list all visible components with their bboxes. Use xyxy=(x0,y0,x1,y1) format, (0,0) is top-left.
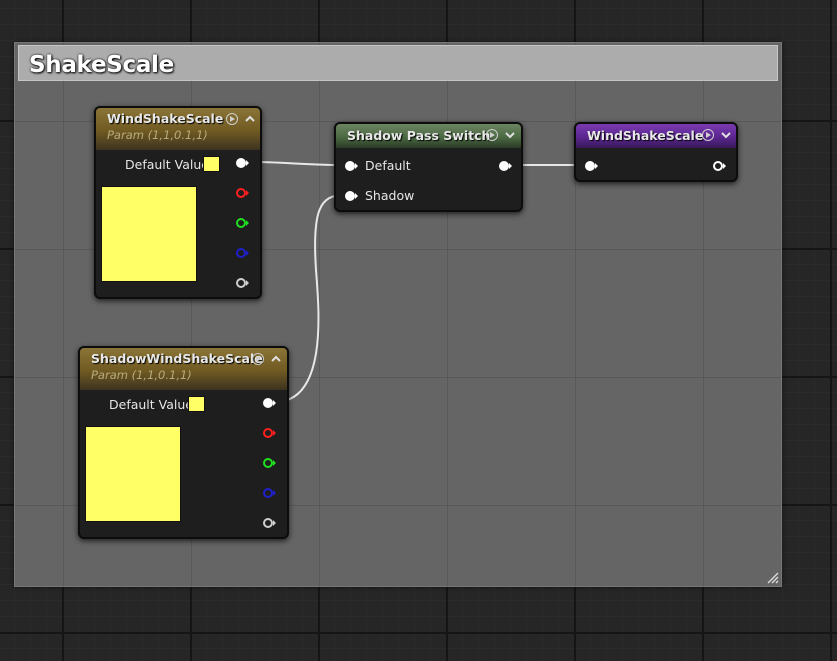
input-label-default: Default xyxy=(365,158,411,173)
node-windshakescale-param[interactable]: WindShakeScale Param (1,1,0.1,1) Default… xyxy=(94,106,262,299)
play-icon[interactable] xyxy=(702,129,714,141)
output-pin-g[interactable] xyxy=(262,457,276,469)
color-swatch[interactable] xyxy=(188,396,205,412)
node-header[interactable]: Shadow Pass Switch xyxy=(336,124,521,148)
input-label-shadow: Shadow xyxy=(365,188,415,203)
input-pin-shadow[interactable] xyxy=(344,190,358,202)
output-pin[interactable] xyxy=(712,160,726,172)
chevron-up-icon[interactable] xyxy=(270,353,282,365)
output-pin-rgba[interactable] xyxy=(262,397,276,409)
output-pin-a[interactable] xyxy=(235,277,249,289)
output-pin-a[interactable] xyxy=(262,517,276,529)
input-pin-default[interactable] xyxy=(344,160,358,172)
wire-windshake-to-default xyxy=(248,161,345,166)
node-windshakescale-output[interactable]: WindShakeScale xyxy=(574,122,738,182)
color-preview xyxy=(101,186,197,282)
output-pin-b[interactable] xyxy=(235,247,249,259)
color-swatch[interactable] xyxy=(203,156,220,172)
node-title: Shadow Pass Switch xyxy=(347,128,491,143)
output-pin-r[interactable] xyxy=(262,427,276,439)
node-header[interactable]: ShadowWindShakeScale Param (1,1,0.1,1) xyxy=(80,348,287,390)
default-value-label: Default Value xyxy=(109,397,193,412)
node-title: WindShakeScale xyxy=(587,128,704,143)
node-subtitle: Param (1,1,0.1,1) xyxy=(91,368,192,382)
node-subtitle: Param (1,1,0.1,1) xyxy=(107,128,208,142)
input-pin[interactable] xyxy=(584,160,598,172)
node-shadow-pass-switch[interactable]: Shadow Pass Switch Default Shadow xyxy=(334,122,523,212)
output-pin-g[interactable] xyxy=(235,217,249,229)
output-pin-b[interactable] xyxy=(262,487,276,499)
node-header[interactable]: WindShakeScale xyxy=(576,124,736,148)
node-title: ShadowWindShakeScale xyxy=(91,351,263,366)
chevron-down-icon[interactable] xyxy=(504,129,516,141)
play-icon[interactable] xyxy=(486,129,498,141)
node-header[interactable]: WindShakeScale Param (1,1,0.1,1) xyxy=(96,108,260,150)
chevron-up-icon[interactable] xyxy=(244,113,256,125)
node-shadowwindshakescale-param[interactable]: ShadowWindShakeScale Param (1,1,0.1,1) D… xyxy=(78,346,289,539)
wires-layer xyxy=(248,161,586,403)
default-value-label: Default Value xyxy=(125,157,209,172)
chevron-down-icon[interactable] xyxy=(720,129,732,141)
node-title: WindShakeScale xyxy=(107,111,224,126)
output-pin-rgba[interactable] xyxy=(235,157,249,169)
color-preview xyxy=(85,426,181,522)
output-pin-r[interactable] xyxy=(235,187,249,199)
play-icon[interactable] xyxy=(226,113,238,125)
play-icon[interactable] xyxy=(252,353,264,365)
output-pin[interactable] xyxy=(498,160,512,172)
